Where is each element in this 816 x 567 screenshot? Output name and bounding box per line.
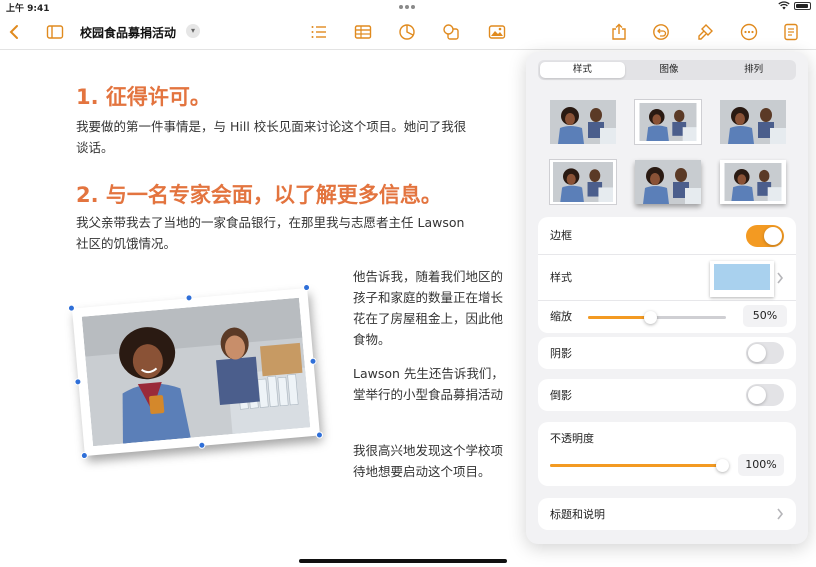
border-row: 边框 xyxy=(538,217,796,255)
tab-style[interactable]: 样式 xyxy=(540,62,625,78)
back-chevron-icon[interactable] xyxy=(4,22,26,42)
undo-icon[interactable] xyxy=(650,22,672,42)
image-style-preset[interactable] xyxy=(550,160,616,204)
image-style-preset[interactable] xyxy=(720,100,786,144)
border-style-label: 样式 xyxy=(550,271,572,284)
sidebar-icon[interactable] xyxy=(44,22,66,42)
opacity-slider[interactable] xyxy=(550,459,729,472)
reflection-label: 倒影 xyxy=(550,389,572,402)
share-icon[interactable] xyxy=(608,22,630,42)
opacity-card: 不透明度 100% xyxy=(538,422,796,486)
format-tabs: 样式 图像 排列 xyxy=(538,60,796,80)
photo-frame[interactable] xyxy=(71,287,321,457)
document-title[interactable]: 校园食品募捐活动 xyxy=(80,24,176,41)
selected-photo[interactable] xyxy=(67,283,324,460)
shapes-icon[interactable] xyxy=(440,22,462,42)
column-text-line[interactable]: 食物。 xyxy=(353,329,391,350)
caption-card[interactable]: 标题和说明 xyxy=(538,498,796,530)
column-text-line[interactable]: 他告诉我，随着我们地区的 xyxy=(353,266,503,287)
table-icon[interactable] xyxy=(352,22,374,42)
format-panel: 样式 图像 排列 边框 样式 缩放 50% 阴影 倒影 不透明度 100% 标题… xyxy=(526,52,808,544)
wifi-icon xyxy=(778,1,790,10)
shadow-toggle[interactable] xyxy=(746,342,784,364)
format-brush-icon[interactable] xyxy=(694,22,716,42)
title-chevron-down-icon[interactable]: ▾ xyxy=(186,24,200,38)
column-text-line[interactable]: 花在了房屋租金上，因此他 xyxy=(353,308,503,329)
toolbar: 校园食品募捐活动 ▾ xyxy=(0,16,816,50)
scale-slider[interactable] xyxy=(588,311,726,324)
status-bar: 上午 9:41 xyxy=(0,0,816,14)
image-style-preset[interactable] xyxy=(635,100,701,144)
scale-value[interactable]: 50% xyxy=(743,305,787,327)
tab-image[interactable]: 图像 xyxy=(627,60,712,80)
scale-row: 缩放 50% xyxy=(538,301,796,333)
media-icon[interactable] xyxy=(486,22,508,42)
chart-icon[interactable] xyxy=(396,22,418,42)
chevron-right-icon xyxy=(777,272,784,284)
column-text-line[interactable]: 待地想要启动这个项目。 xyxy=(353,461,491,482)
paragraph-2-line-2[interactable]: 社区的饥饿情况。 xyxy=(76,233,536,254)
opacity-slider-knob[interactable] xyxy=(716,459,729,472)
image-style-preset[interactable] xyxy=(720,160,786,204)
heading-1[interactable]: 1. 征得许可。 xyxy=(76,81,211,111)
border-style-row[interactable]: 样式 xyxy=(538,255,796,301)
image-style-preset[interactable] xyxy=(550,100,616,144)
photo-image xyxy=(81,297,311,447)
shadow-row: 阴影 xyxy=(538,337,796,369)
battery-icon xyxy=(794,2,811,10)
image-style-preset[interactable] xyxy=(635,160,701,204)
border-label: 边框 xyxy=(550,229,572,242)
heading-2[interactable]: 2. 与一名专家会面，以了解更多信息。 xyxy=(76,179,442,209)
scale-slider-knob[interactable] xyxy=(644,311,658,324)
more-icon[interactable] xyxy=(738,22,760,42)
column-text-line[interactable]: 孩子和家庭的数量正在增长 xyxy=(353,287,503,308)
reflection-card: 倒影 xyxy=(538,379,796,411)
list-icon[interactable] xyxy=(308,22,330,42)
caption-label: 标题和说明 xyxy=(550,508,605,521)
document-icon[interactable] xyxy=(780,22,802,42)
column-text-line[interactable]: 我很高兴地发现这个学校项 xyxy=(353,440,503,461)
opacity-label: 不透明度 xyxy=(550,432,594,445)
border-toggle[interactable] xyxy=(746,225,784,247)
reflection-toggle[interactable] xyxy=(746,384,784,406)
status-time: 上午 9:41 xyxy=(6,4,50,14)
scale-label: 缩放 xyxy=(550,310,572,323)
paragraph-1-line-1[interactable]: 我要做的第一件事情是，与 Hill 校长见面来讨论这个项目。她问了我很 xyxy=(76,116,536,137)
multitasking-dots-icon[interactable] xyxy=(399,2,419,10)
border-card: 边框 样式 缩放 50% xyxy=(538,217,796,333)
opacity-value[interactable]: 100% xyxy=(738,454,784,476)
shadow-label: 阴影 xyxy=(550,347,572,360)
shadow-card: 阴影 xyxy=(538,337,796,369)
column-text-line[interactable]: 堂举行的小型食品募捐活动 xyxy=(353,384,503,405)
chevron-right-icon xyxy=(777,508,784,520)
home-indicator[interactable] xyxy=(299,559,507,563)
reflection-row: 倒影 xyxy=(538,379,796,411)
tab-arrange[interactable]: 排列 xyxy=(711,60,796,80)
paragraph-2-line-1[interactable]: 我父亲带我去了当地的一家食品银行，在那里我与志愿者主任 Lawson xyxy=(76,212,536,233)
column-text-line[interactable]: Lawson 先生还告诉我们， xyxy=(353,363,504,384)
paragraph-1-line-2[interactable]: 谈话。 xyxy=(76,137,536,158)
border-style-preview[interactable] xyxy=(710,261,774,297)
